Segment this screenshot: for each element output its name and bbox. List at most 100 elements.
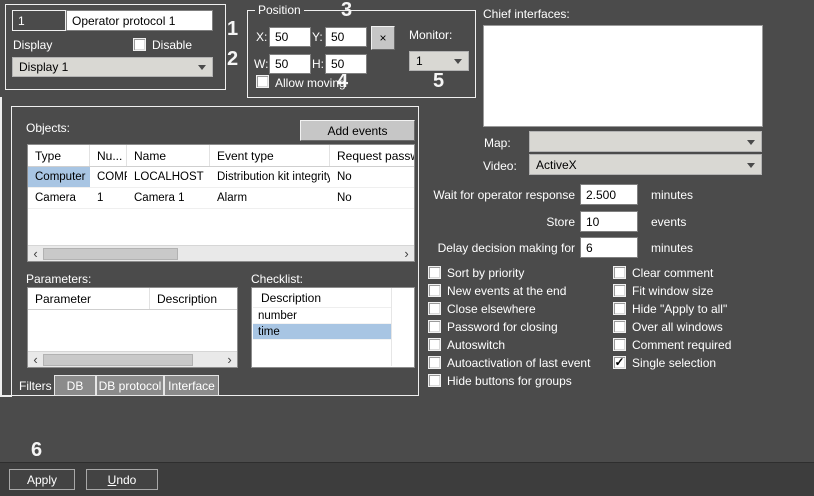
scrollbar-thumb[interactable]: [43, 248, 178, 260]
checklist-column: Description number time: [253, 288, 392, 366]
chevron-down-icon: [198, 65, 206, 70]
parameters-table[interactable]: Parameter Description ‹ ›: [27, 287, 238, 368]
parameters-table-hscrollbar[interactable]: ‹ ›: [28, 351, 237, 367]
monitor-select[interactable]: 1: [409, 51, 469, 71]
monitor-select-value: 1: [416, 54, 423, 68]
objects-label: Objects:: [26, 121, 70, 135]
column-header-number[interactable]: Nu...: [90, 145, 127, 166]
checklist-table[interactable]: Description number time: [251, 287, 415, 368]
column-header-description[interactable]: Description: [150, 288, 237, 309]
store-field[interactable]: [580, 211, 638, 232]
video-select-value: ActiveX: [536, 158, 577, 172]
table-empty-area: [28, 209, 414, 245]
option-over-all-windows[interactable]: Over all windows: [613, 320, 731, 333]
table-empty-area: [28, 310, 237, 351]
option-new-events-at-end[interactable]: New events at the end: [428, 284, 590, 297]
option-password-for-closing[interactable]: Password for closing: [428, 320, 590, 333]
objects-table[interactable]: Type Nu... Name Event type Request passw…: [27, 144, 415, 262]
h-label: H:: [312, 57, 324, 71]
annotation-6: 6: [31, 440, 42, 460]
tab-interface[interactable]: Interface: [164, 375, 219, 396]
scroll-left-icon[interactable]: ‹: [28, 247, 43, 261]
scroll-right-icon[interactable]: ›: [222, 353, 237, 367]
chief-interfaces-listbox[interactable]: [483, 25, 763, 127]
tab-filters-active[interactable]: Filters: [19, 379, 52, 393]
column-header-type[interactable]: Type: [28, 145, 90, 166]
checkbox[interactable]: [613, 320, 626, 333]
display-select[interactable]: Display 1: [12, 57, 213, 77]
h-field[interactable]: [325, 54, 367, 74]
allow-moving-checkbox[interactable]: [256, 75, 269, 88]
map-select[interactable]: [529, 131, 762, 152]
checkbox[interactable]: [428, 374, 441, 387]
checkbox-checked-icon[interactable]: ✓: [613, 356, 626, 369]
scroll-left-icon[interactable]: ‹: [28, 353, 43, 367]
delay-label: Delay decision making for: [438, 241, 575, 255]
option-single-selection[interactable]: ✓Single selection: [613, 356, 731, 369]
checkbox[interactable]: [613, 338, 626, 351]
object-name-field[interactable]: [66, 10, 213, 31]
chief-interfaces-label: Chief interfaces:: [483, 7, 570, 21]
video-label: Video:: [483, 159, 517, 173]
display-select-value: Display 1: [19, 60, 68, 74]
delay-field[interactable]: [580, 237, 638, 258]
checkbox[interactable]: [613, 266, 626, 279]
y-field[interactable]: [325, 27, 367, 47]
checkbox[interactable]: [428, 302, 441, 315]
apply-button[interactable]: Apply: [9, 469, 75, 490]
table-row[interactable]: Camera 1 Camera 1 Alarm No: [28, 188, 414, 209]
clear-position-button[interactable]: ×: [371, 26, 395, 50]
options-column-right: Clear comment Fit window size Hide "Appl…: [613, 266, 731, 369]
w-field[interactable]: [269, 54, 311, 74]
checkbox[interactable]: [428, 266, 441, 279]
parameters-table-header: Parameter Description: [28, 288, 237, 310]
objects-table-hscrollbar[interactable]: ‹ ›: [28, 245, 414, 261]
scrollbar-thumb[interactable]: [43, 354, 193, 366]
checkbox[interactable]: [613, 302, 626, 315]
options-column-left: Sort by priority New events at the end C…: [428, 266, 590, 387]
option-sort-by-priority[interactable]: Sort by priority: [428, 266, 590, 279]
option-hide-apply-to-all[interactable]: Hide "Apply to all": [613, 302, 731, 315]
operator-protocol-settings-panel: Display Disable Display 1 1 2 3 4 5 6 Po…: [0, 0, 814, 496]
annotation-2: 2: [227, 49, 238, 69]
object-id-field[interactable]: [12, 10, 66, 31]
delay-unit: minutes: [651, 241, 693, 255]
option-fit-window-size[interactable]: Fit window size: [613, 284, 731, 297]
list-item-selected[interactable]: time: [253, 324, 391, 340]
x-field[interactable]: [269, 27, 311, 47]
checkbox[interactable]: [613, 284, 626, 297]
display-label: Display: [13, 38, 52, 52]
option-autoactivation-last-event[interactable]: Autoactivation of last event: [428, 356, 590, 369]
option-clear-comment[interactable]: Clear comment: [613, 266, 731, 279]
option-comment-required[interactable]: Comment required: [613, 338, 731, 351]
checklist-label: Checklist:: [251, 272, 303, 286]
wait-response-unit: minutes: [651, 188, 693, 202]
monitor-label: Monitor:: [409, 28, 452, 42]
checkbox[interactable]: [428, 356, 441, 369]
scroll-right-icon[interactable]: ›: [399, 247, 414, 261]
list-item[interactable]: number: [253, 308, 391, 324]
checkbox[interactable]: [428, 320, 441, 333]
option-close-elsewhere[interactable]: Close elsewhere: [428, 302, 590, 315]
add-events-button[interactable]: Add events: [300, 120, 415, 141]
undo-button[interactable]: Undo: [86, 469, 158, 490]
table-row[interactable]: Computer COMP.. LOCALHOST Distribution k…: [28, 167, 414, 188]
tab-db[interactable]: DB: [54, 375, 96, 396]
checkbox[interactable]: [428, 338, 441, 351]
disable-checkbox[interactable]: [133, 38, 146, 51]
option-hide-buttons-for-groups[interactable]: Hide buttons for groups: [428, 374, 590, 387]
column-header-parameter[interactable]: Parameter: [28, 288, 150, 309]
column-header-description[interactable]: Description: [253, 288, 391, 308]
video-select[interactable]: ActiveX: [529, 154, 762, 175]
tab-db-protocol[interactable]: DB protocol: [96, 375, 164, 396]
column-header-name[interactable]: Name: [127, 145, 210, 166]
x-label: X:: [256, 30, 267, 44]
store-label: Store: [546, 215, 575, 229]
checkbox[interactable]: [428, 284, 441, 297]
column-header-event-type[interactable]: Event type: [210, 145, 330, 166]
option-autoswitch[interactable]: Autoswitch: [428, 338, 590, 351]
w-label: W:: [254, 57, 268, 71]
column-header-request-password[interactable]: Request passwo: [330, 145, 414, 166]
wait-response-field[interactable]: [580, 184, 638, 205]
map-label: Map:: [484, 136, 511, 150]
